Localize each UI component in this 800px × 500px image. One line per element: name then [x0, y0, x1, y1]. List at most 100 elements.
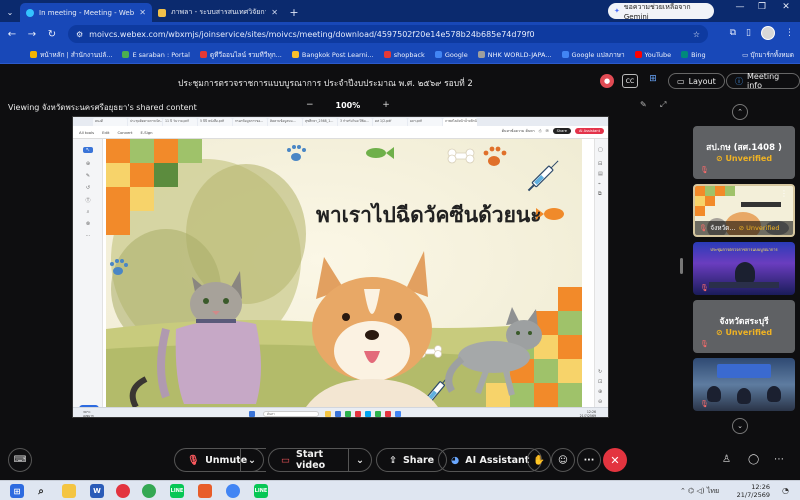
forward-icon[interactable]: → [22, 29, 42, 40]
reload-icon[interactable]: ↻ [42, 29, 62, 40]
annotate-icon[interactable]: ✎ [640, 100, 647, 109]
bookmark-item[interactable]: Bing [681, 51, 706, 59]
minimize-icon[interactable]: — [730, 2, 750, 12]
back-icon[interactable]: ← [2, 29, 22, 40]
select-tool-icon[interactable]: ↖ [83, 147, 93, 153]
url-text[interactable]: moivcs.webex.com/wbxmjs/joinservice/site… [89, 30, 687, 39]
refresh-icon[interactable]: ↻ [598, 369, 602, 375]
close-tab-icon[interactable]: ✕ [139, 8, 146, 17]
tile-more-icon[interactable]: ⋮ [780, 189, 788, 198]
bookmark-item[interactable]: ดูทีวีออนไลน์ รวมทีวีทุก... [199, 50, 282, 60]
more-options-button[interactable]: ··· [577, 448, 601, 472]
panel-resize-handle[interactable] [680, 258, 683, 274]
lasso-tool-icon[interactable]: ↺ [83, 185, 93, 191]
participant-tile-sharing[interactable]: 🎙 จังหวัด... ⊘ Unverified ⋮ [693, 184, 795, 237]
site-info-icon[interactable]: ⚙ [76, 30, 83, 39]
bookmark-item[interactable]: NHK WORLD-JAPA... [477, 51, 552, 59]
comment-icon[interactable]: ▢ [598, 147, 603, 153]
notification-icon[interactable]: ◔ [782, 486, 789, 495]
doc-tab[interactable]: สุขศึกษา_2568_1... [303, 118, 337, 126]
raise-hand-button[interactable]: ✋ [527, 448, 551, 472]
zoom-out-button[interactable]: − [306, 100, 314, 110]
bookmark-item[interactable]: Google [434, 51, 468, 59]
fit-page-icon[interactable]: ⊡ [598, 379, 602, 385]
menu-item[interactable]: E-Sign [140, 130, 152, 135]
maximize-icon[interactable]: ❐ [752, 2, 772, 12]
start-video-button[interactable]: ▭ Start video [268, 448, 350, 472]
doc-tab[interactable]: กรอกข้อมูลการขอ... [233, 118, 267, 126]
doc-share-button[interactable]: Share [552, 128, 571, 134]
doc-tab[interactable]: 3 กำหรับวินย ปีฟิฉ... [338, 118, 372, 126]
browser-icon[interactable] [142, 484, 156, 498]
bookmark-item[interactable]: Bangkok Post Learni... [291, 51, 374, 59]
doc-tab[interactable]: ภาพสไลด์หน้าน้ำหลีกน้อย [443, 118, 477, 126]
zoom-tool-icon[interactable]: ⊕ [83, 161, 93, 167]
mail-icon[interactable]: ✉ [546, 129, 549, 133]
sidebar-icon[interactable]: ▯ [746, 28, 751, 38]
bookmark-item[interactable]: YouTube [634, 51, 671, 59]
tab-webex[interactable]: In meeting - Meeting - Webex ✕ [20, 3, 152, 22]
more-panels-icon[interactable]: ⋯ [774, 454, 784, 465]
participant-tile[interactable]: สป.กษ (สศ.1408 ) ⊘ Unverified 🎙 [693, 126, 795, 179]
doc-tab[interactable]: ติดตามข้อมูลนน... [268, 118, 302, 126]
search-tool-icon[interactable]: ⌕ [83, 209, 93, 215]
tab-list-icon[interactable]: ⌄ [0, 3, 20, 22]
layout-button[interactable]: ▭ Layout [668, 73, 725, 89]
bookmark-item[interactable]: Google แปลภาษา [561, 50, 625, 60]
share-button[interactable]: ⇪ Share [376, 448, 448, 472]
video-options-button[interactable]: ⌄ [348, 448, 372, 472]
doc-search-text[interactable]: ค้นหาข้อความ ค้นหา [502, 128, 535, 134]
browser-menu-icon[interactable]: ⋮ [785, 28, 794, 38]
text-tool-icon[interactable]: Ⓣ [83, 197, 93, 204]
taskbar-clock[interactable]: 12:26 21/7/2569 [736, 483, 770, 499]
page-zoom-out-icon[interactable]: ⊖ [598, 399, 602, 405]
line-icon[interactable]: LINE [170, 484, 184, 498]
app-icon[interactable] [198, 484, 212, 498]
participant-video-tile[interactable]: 🎙 [693, 358, 795, 411]
meeting-info-button[interactable]: ⓘ Meeting info [726, 72, 800, 90]
chat-icon[interactable]: ◯ [748, 454, 759, 465]
attach-icon[interactable]: ⌁ [598, 181, 601, 187]
menu-item[interactable]: All tools [79, 130, 94, 135]
all-bookmarks[interactable]: ▭ บุ๊กมาร์กทั้งหมด [742, 50, 794, 60]
chrome-profile-icon[interactable] [226, 484, 240, 498]
close-window-icon[interactable]: ✕ [776, 2, 796, 12]
doc-tab[interactable]: ดส 1/2.pdf [373, 118, 407, 126]
pop-out-icon[interactable]: ⤢ [660, 100, 666, 110]
windows-start-icon[interactable]: ⊞ [10, 484, 24, 498]
bookmark-star-icon[interactable]: ☆ [693, 30, 700, 39]
chrome-icon[interactable] [116, 484, 130, 498]
doc-tab[interactable]: คนงดี [93, 118, 127, 126]
leave-meeting-button[interactable]: ✕ [603, 448, 627, 472]
zoom-in-button[interactable]: + [382, 100, 390, 110]
more-tools-icon[interactable]: ⋯ [83, 233, 93, 239]
pen-tool-icon[interactable]: ✎ [83, 173, 93, 179]
doc-tab[interactable]: 11 ปี วันวาย.pdf [163, 118, 197, 126]
page-zoom-in-icon[interactable]: ⊕ [598, 389, 602, 395]
doc-tab[interactable]: ผลฯ.pdf [408, 118, 442, 126]
participants-icon[interactable]: ♙ [722, 454, 731, 465]
bookmark-item[interactable]: หน้าหลัก | สำนักงานปลั... [30, 50, 112, 60]
gemini-button[interactable]: ✦ ขอความช่วยเหลือจาก Gemini [608, 3, 714, 21]
closed-captions-button[interactable]: CC [622, 74, 638, 88]
close-tab-icon[interactable]: ✕ [271, 8, 278, 17]
apps-icon[interactable]: ⊞ [646, 74, 660, 88]
captions-button[interactable]: ⌨ [8, 448, 32, 472]
participant-video-tile[interactable]: ประชุมการตรวจราชการแบบบูรณาการ 🎙 [693, 242, 795, 295]
profile-avatar[interactable] [761, 26, 775, 40]
layers-icon[interactable]: ⧉ [598, 191, 602, 197]
doc-ai-button[interactable]: AI Assistant [574, 128, 604, 134]
search-icon[interactable]: ⌕ [34, 484, 48, 498]
file-explorer-icon[interactable] [62, 484, 76, 498]
reactions-button[interactable]: ☺ [551, 448, 575, 472]
stamp-tool-icon[interactable]: ⊗ [83, 221, 93, 227]
address-bar[interactable]: ⚙ moivcs.webex.com/wbxmjs/joinservice/si… [68, 25, 708, 43]
word-icon[interactable]: W [90, 484, 104, 498]
bookmark-item[interactable]: shopback [383, 51, 425, 59]
shared-content[interactable]: คนงดี ประชุมติดตามการเบิก... 11 ปี วันวา… [72, 116, 609, 418]
print-icon[interactable]: ⎙ [539, 129, 542, 133]
participant-tile[interactable]: จังหวัดสระบุรี ⊘ Unverified 🎙 [693, 300, 795, 353]
scroll-down-button[interactable]: ⌄ [732, 418, 748, 434]
doc-tab[interactable]: 5 ปีปี หนังสือ.pdf [198, 118, 232, 126]
audio-options-button[interactable]: ⌄ [240, 448, 264, 472]
